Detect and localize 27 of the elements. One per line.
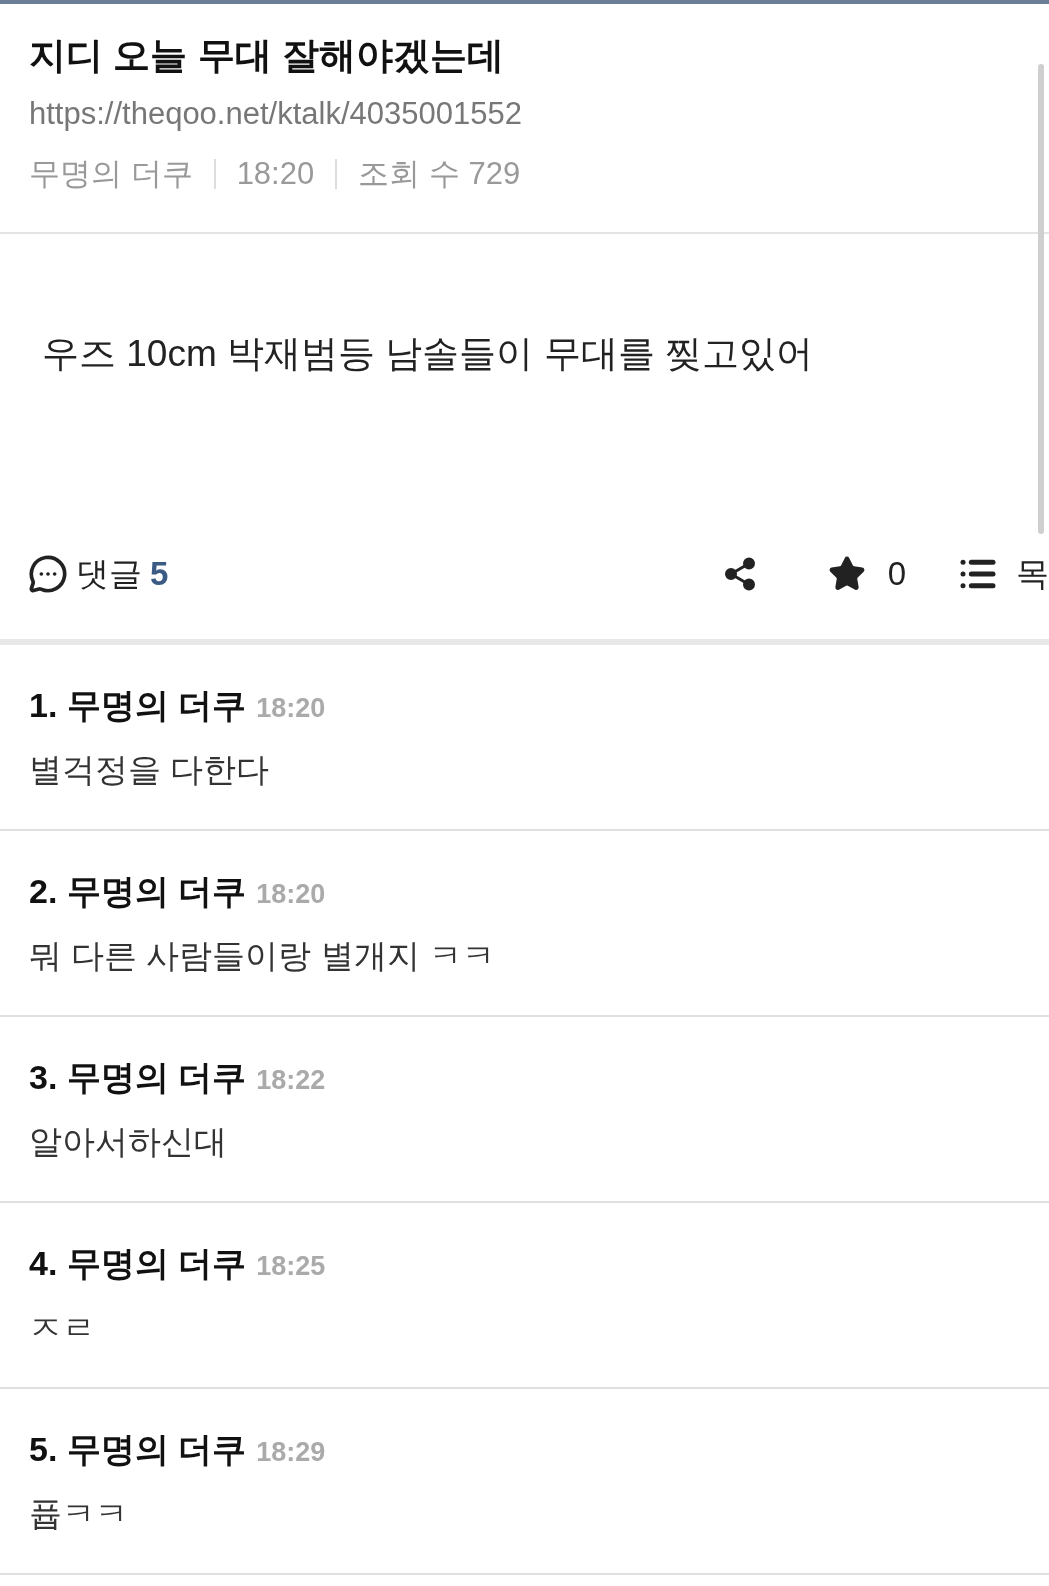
star-button[interactable]: 0	[827, 549, 906, 599]
comment-author: 3. 무명의 더쿠	[29, 1057, 247, 1098]
comment-time: 18:20	[256, 692, 326, 725]
comment-text: ㅈㄹ	[29, 1308, 96, 1348]
list-button[interactable]: 목	[958, 549, 1049, 599]
comment-author: 2. 무명의 더쿠	[29, 871, 247, 912]
comment-author: 5. 무명의 더쿠	[29, 1429, 247, 1470]
comment-text: 별걱정을 다한다	[29, 750, 271, 790]
comment-text: 알아서하신대	[29, 1122, 228, 1162]
speech-bubble-icon	[28, 554, 68, 594]
comment-time: 18:22	[256, 1064, 326, 1097]
view-count: 조회 수 729	[358, 155, 521, 193]
comment-time: 18:25	[256, 1250, 326, 1283]
post-time: 18:20	[236, 155, 315, 193]
scrollbar[interactable]	[1038, 64, 1044, 534]
comment-author: 4. 무명의 더쿠	[29, 1243, 247, 1284]
comment-time: 18:29	[256, 1436, 326, 1469]
star-icon	[827, 555, 866, 593]
comment-time: 18:20	[256, 878, 326, 911]
comments-button[interactable]: 댓글 5	[28, 549, 169, 599]
comment-text: 퓹ㅋㅋ	[29, 1494, 129, 1534]
post-url[interactable]: https://theqoo.net/ktalk/4035001552	[29, 92, 522, 136]
comment-text: 뭐 다른 사람들이랑 별개지 ㅋㅋ	[29, 936, 496, 976]
author-name: 무명의 더쿠	[29, 155, 193, 193]
comment-author: 1. 무명의 더쿠	[29, 685, 247, 726]
post-body: 우즈 10cm 박재범등 남솔들이 무대를 찢고있어	[42, 332, 814, 376]
post-title: 지디 오늘 무대 잘해야겠는데	[29, 34, 505, 78]
